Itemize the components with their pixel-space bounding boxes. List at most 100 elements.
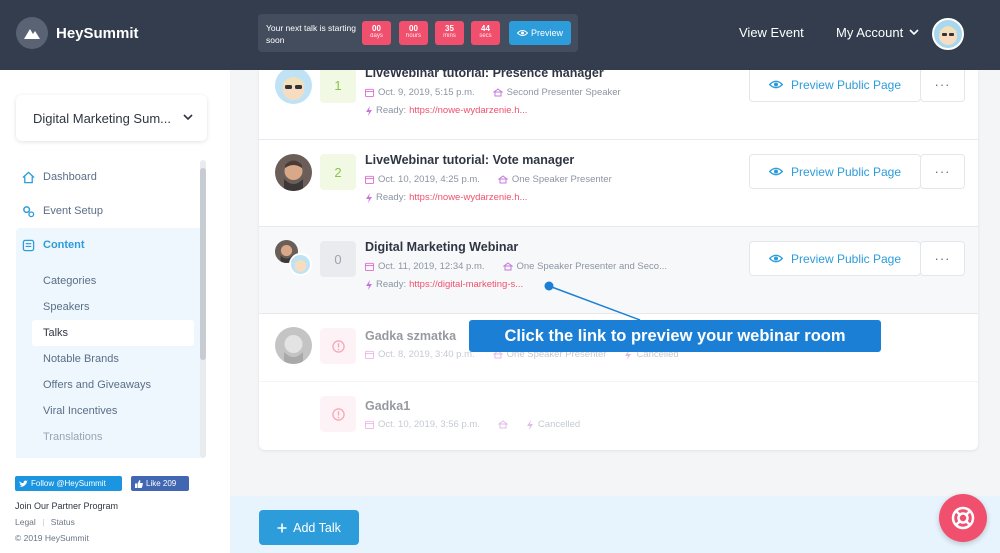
thumbs-up-icon: [135, 479, 143, 488]
legal-link[interactable]: Legal: [15, 517, 36, 527]
sidebar-item-dashboard[interactable]: Dashboard: [16, 160, 204, 194]
top-bar: HeySummit Your next talk is starting soo…: [0, 0, 1000, 70]
event-name: Digital Marketing Sum...: [33, 110, 171, 126]
talk-number: 0: [320, 241, 356, 277]
talk-number: 2: [320, 154, 356, 190]
speaker-avatar: [275, 327, 312, 364]
talk-row: Gadka1 Oct. 10, 2019, 3:56 p.m. Cancelle…: [259, 382, 978, 450]
speaker-icon: [492, 88, 503, 97]
countdown-hours: 00 hours: [399, 21, 428, 45]
bolt-icon: [366, 192, 372, 203]
callout-tooltip: Click the link to preview your webinar r…: [469, 320, 881, 352]
eye-icon: [768, 167, 783, 176]
talk-title[interactable]: Gadka szmatka: [365, 329, 456, 343]
speaker-icon: [502, 262, 513, 271]
talk-title[interactable]: LiveWebinar tutorial: Vote manager: [365, 153, 574, 167]
subnav-item-offers[interactable]: Offers and Giveaways: [32, 372, 204, 398]
cancelled-icon: [320, 328, 356, 364]
talk-meta: Oct. 11, 2019, 12:34 p.m. One Speaker Pr…: [365, 261, 667, 272]
talk-row: 1 LiveWebinar tutorial: Presence manager…: [259, 70, 978, 140]
sidebar-item-content[interactable]: Content: [16, 228, 204, 262]
preview-button[interactable]: Preview: [509, 21, 571, 45]
twitter-icon: [19, 479, 28, 487]
speaker-avatar: [275, 70, 312, 104]
eye-icon: [768, 80, 783, 89]
countdown-secs: 44 secs: [471, 21, 500, 45]
preview-label: Preview: [530, 28, 563, 38]
event-selector[interactable]: Digital Marketing Sum...: [16, 95, 207, 141]
subnav-item-categories[interactable]: Categories: [32, 268, 204, 294]
separator: |: [42, 517, 45, 527]
logo[interactable]: HeySummit: [16, 17, 139, 49]
talk-meta: Oct. 10, 2019, 4:25 p.m. One Speaker Pre…: [365, 174, 612, 185]
lifebuoy-icon: [951, 506, 975, 530]
chevron-down-icon: [909, 29, 919, 36]
sidebar-item-event-setup[interactable]: Event Setup: [16, 194, 204, 228]
talk-status: Ready: https://nowe-wydarzenie.h...: [365, 192, 527, 203]
talk-meta: Oct. 10, 2019, 3:56 p.m. Cancelled: [365, 419, 580, 430]
logo-text: HeySummit: [56, 24, 139, 42]
partner-program-link[interactable]: Join Our Partner Program: [15, 501, 118, 511]
account-avatar[interactable]: [932, 18, 964, 50]
home-icon: [22, 171, 35, 183]
subnav-item-translations[interactable]: Translations: [32, 424, 204, 450]
calendar-icon: [365, 88, 374, 97]
sidebar-scrollbar[interactable]: [200, 160, 206, 458]
help-button[interactable]: [939, 494, 987, 542]
talk-status: Ready: https://nowe-wydarzenie.h...: [365, 105, 527, 116]
more-options-button[interactable]: ···: [920, 70, 965, 102]
twitter-follow-button[interactable]: Follow @HeySummit: [15, 476, 122, 491]
calendar-icon: [365, 350, 374, 359]
subnav-item-notable-brands[interactable]: Notable Brands: [32, 346, 204, 372]
calendar-icon: [365, 420, 374, 429]
plus-icon: [277, 523, 287, 532]
copyright: © 2019 HeySummit: [15, 533, 89, 543]
talk-room-link[interactable]: https://digital-marketing-s...: [409, 279, 523, 290]
next-talk-label: Your next talk is starting soon: [266, 23, 356, 45]
bolt-icon: [366, 279, 372, 290]
talk-title[interactable]: LiveWebinar tutorial: Presence manager: [365, 70, 604, 80]
speaker-icon: [497, 175, 508, 184]
more-options-button[interactable]: ···: [920, 241, 965, 276]
cancelled-icon: [320, 396, 356, 432]
talk-room-link[interactable]: https://nowe-wydarzenie.h...: [409, 105, 527, 116]
content-icon: [22, 239, 35, 251]
sidebar-nav: Dashboard Event Setup Content Categories…: [16, 160, 204, 458]
my-account-menu[interactable]: My Account: [836, 25, 919, 40]
footer-links: Legal | Status: [15, 517, 75, 527]
eye-icon: [768, 254, 783, 263]
subnav-item-talks[interactable]: Talks: [32, 320, 194, 346]
facebook-like-button[interactable]: Like 209: [131, 476, 189, 491]
countdown-days: 00 days: [362, 21, 391, 45]
social-buttons: Follow @HeySummit Like 209: [15, 476, 189, 491]
subnav-item-speakers[interactable]: Speakers: [32, 294, 204, 320]
chevron-down-icon: [183, 114, 193, 121]
add-talk-button[interactable]: Add Talk: [259, 510, 359, 545]
view-event-link[interactable]: View Event: [739, 25, 804, 40]
talks-list: 1 LiveWebinar tutorial: Presence manager…: [259, 70, 978, 450]
talk-room-link[interactable]: https://nowe-wydarzenie.h...: [409, 192, 527, 203]
my-account-label: My Account: [836, 25, 904, 40]
status-link[interactable]: Status: [51, 517, 75, 527]
countdown-mins: 35 mins: [435, 21, 464, 45]
subnav-item-viral-incentives[interactable]: Viral Incentives: [32, 398, 204, 424]
calendar-icon: [365, 262, 374, 271]
gears-icon: [23, 205, 35, 217]
speaker-icon: [497, 420, 508, 429]
speaker-avatar: [289, 253, 312, 276]
talk-title[interactable]: Digital Marketing Webinar: [365, 240, 518, 254]
more-options-button[interactable]: ···: [920, 154, 965, 189]
talk-meta: Oct. 9, 2019, 5:15 p.m. Second Presenter…: [365, 87, 621, 98]
bolt-icon: [526, 419, 533, 430]
preview-public-page-button[interactable]: Preview Public Page: [749, 154, 921, 189]
sidebar: Digital Marketing Sum... Dashboard Event…: [0, 70, 230, 553]
talk-number: 1: [320, 70, 356, 103]
talk-row: 2 LiveWebinar tutorial: Vote manager Oct…: [259, 140, 978, 227]
talk-title[interactable]: Gadka1: [365, 399, 410, 413]
logo-mark-icon: [16, 17, 48, 49]
preview-public-page-button[interactable]: Preview Public Page: [749, 70, 921, 102]
talk-status: Ready: https://digital-marketing-s...: [365, 279, 523, 290]
preview-public-page-button[interactable]: Preview Public Page: [749, 241, 921, 276]
scrollbar-thumb[interactable]: [200, 168, 206, 360]
next-talk-countdown: Your next talk is starting soon 00 days 0…: [258, 14, 578, 52]
